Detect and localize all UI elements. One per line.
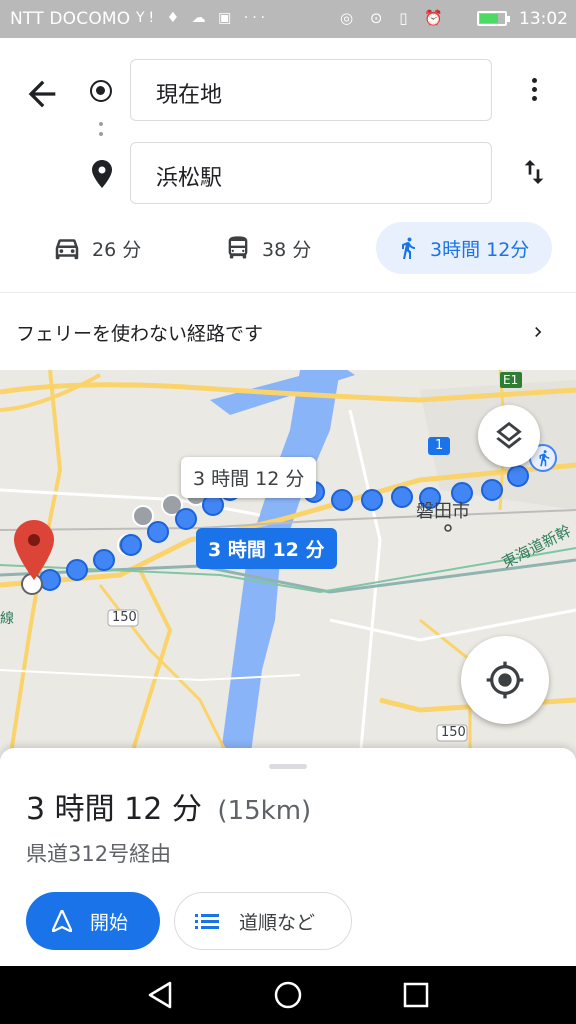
route-dots-icon	[99, 122, 104, 142]
notification-icons: Y! ♦ ☁ ▣ ···	[136, 10, 270, 26]
system-nav-bar	[0, 966, 576, 1024]
destination-field[interactable]: 浜松駅	[130, 142, 492, 204]
back-triangle-icon[interactable]	[146, 980, 174, 1014]
tab-transit[interactable]: 38 分	[224, 222, 311, 274]
chevron-right-icon	[528, 321, 548, 347]
route-duration: 3 時間 12 分	[26, 792, 202, 827]
swap-vertical-icon	[524, 160, 544, 184]
arrow-left-icon	[28, 80, 56, 108]
layers-icon	[496, 421, 522, 449]
road-number-label: 1	[435, 438, 444, 453]
start-button[interactable]: 開始	[26, 892, 160, 950]
origin-field[interactable]: 現在地	[130, 59, 492, 121]
layers-button[interactable]	[478, 405, 540, 467]
tab-car[interactable]: 26 分	[52, 222, 141, 274]
steps-label: 道順など	[239, 911, 316, 934]
tab-walk[interactable]: 3時間 12分	[376, 222, 552, 274]
destination-pin-icon	[92, 160, 112, 192]
more-options-button[interactable]	[520, 74, 548, 114]
carrier-name: NTT DOCOMO	[10, 9, 131, 29]
bus-icon	[228, 236, 248, 259]
road-number-label: E1	[503, 373, 519, 387]
home-circle-icon[interactable]	[273, 980, 303, 1014]
start-label: 開始	[90, 911, 129, 934]
road-number-label: 150	[112, 610, 137, 625]
my-location-button[interactable]	[461, 636, 549, 724]
map-view[interactable]: 150 150 1 E1 磐田市 東海道新幹 線 3 時間 12 分 3 時間 …	[0, 370, 576, 760]
navigation-arrow-icon	[52, 910, 72, 932]
list-icon	[195, 914, 219, 929]
route-distance: (15km)	[217, 796, 312, 826]
origin-marker-icon	[90, 80, 112, 102]
route-notice-text: フェリーを使わない経路です	[16, 323, 264, 345]
road-number-label: 150	[441, 725, 466, 740]
crosshair-icon	[486, 661, 524, 699]
walk-icon	[535, 447, 553, 473]
place-label: 磐田市	[416, 501, 470, 522]
system-icons: ◎ ⊙ ▯ ⏰	[340, 9, 449, 27]
drag-handle[interactable]	[269, 764, 307, 769]
walk-duration: 3時間 12分	[430, 238, 530, 261]
destination-pin-icon[interactable]	[14, 520, 54, 584]
rail-label-edge: 線	[0, 611, 14, 627]
walk-icon	[402, 237, 415, 259]
transit-duration: 38 分	[262, 238, 312, 261]
route-summary-sheet[interactable]: 3 時間 12 分 (15km) 県道312号経由 開始 道順など	[0, 748, 576, 966]
car-icon	[55, 239, 79, 260]
alt-route-duration-label[interactable]: 3 時間 12 分	[181, 457, 317, 498]
route-via: 県道312号経由	[26, 842, 172, 866]
route-summary-title: 3 時間 12 分 (15km)	[26, 784, 311, 828]
battery-icon	[477, 11, 510, 26]
recents-square-icon[interactable]	[403, 982, 429, 1012]
directions-header: 現在地 浜松駅 26 分 38 分 3時間 12分	[0, 38, 576, 292]
car-duration: 26 分	[92, 238, 142, 261]
back-button[interactable]	[22, 74, 62, 114]
clock: 13:02	[519, 9, 568, 29]
main-route-duration-label[interactable]: 3 時間 12 分	[196, 528, 337, 569]
travel-mode-tabs: 26 分 38 分 3時間 12分	[0, 222, 576, 276]
route-notice-row[interactable]: フェリーを使わない経路です	[0, 292, 576, 370]
swap-button[interactable]	[518, 156, 550, 192]
status-bar: NTT DOCOMO Y! ♦ ☁ ▣ ··· ◎ ⊙ ▯ ⏰ 13:02	[0, 0, 576, 38]
steps-button[interactable]: 道順など	[174, 892, 352, 950]
